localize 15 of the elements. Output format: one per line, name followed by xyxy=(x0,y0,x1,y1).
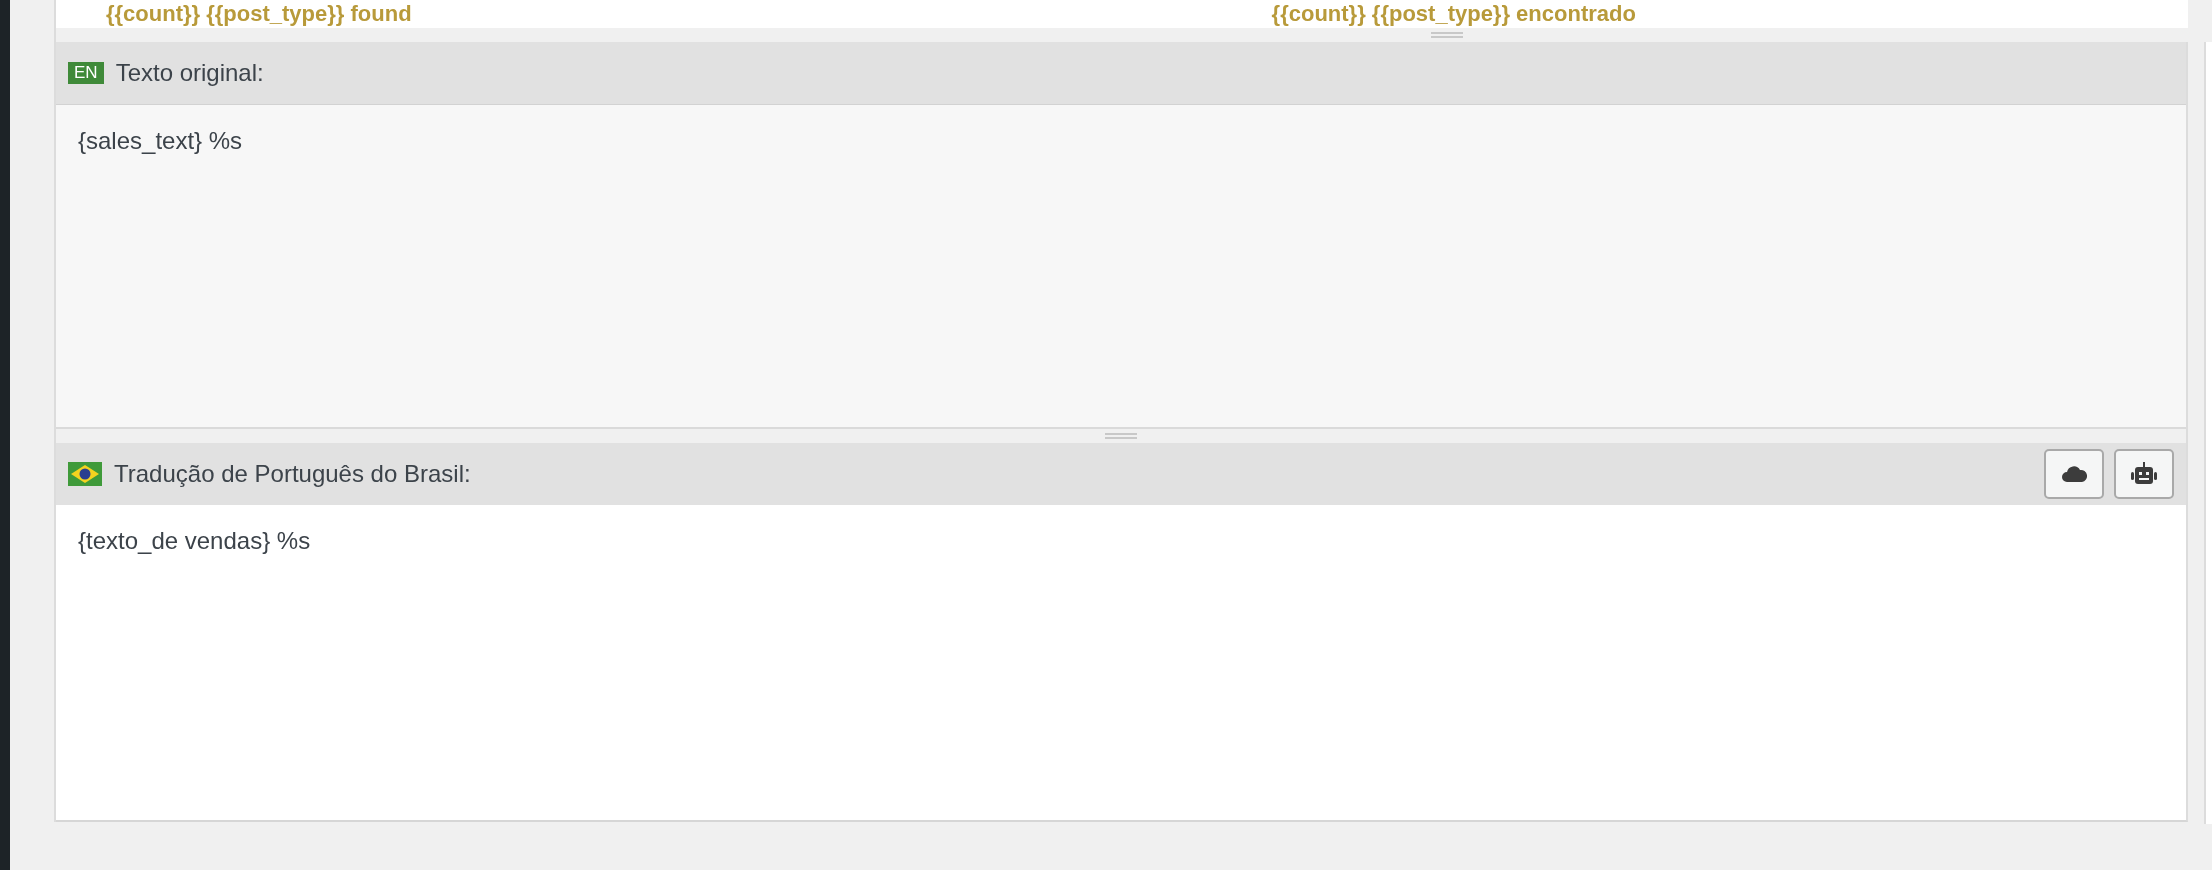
resize-handle-icon[interactable] xyxy=(1105,433,1137,439)
language-badge: EN xyxy=(68,62,104,84)
panel-title: Texto original: xyxy=(115,59,264,87)
resize-handle-icon[interactable] xyxy=(1431,32,1463,38)
ai-translate-button[interactable] xyxy=(2114,449,2174,499)
robot-icon xyxy=(2130,462,2158,486)
translation-text-area[interactable]: {texto_de vendas} %s xyxy=(56,505,2186,820)
flag-icon xyxy=(68,462,102,486)
panel-title: Tradução de Português do Brasil: xyxy=(114,460,471,488)
cloud-translate-button[interactable] xyxy=(2044,449,2104,499)
original-text: {sales_text} %s xyxy=(78,127,243,154)
source-string: {{count}} {{post_type}} found xyxy=(106,1,412,27)
translation-text: {texto_de vendas} %s xyxy=(78,527,311,554)
cloud-icon xyxy=(2061,464,2087,484)
translated-string: {{count}} {{post_type}} encontrado xyxy=(1271,1,1636,27)
